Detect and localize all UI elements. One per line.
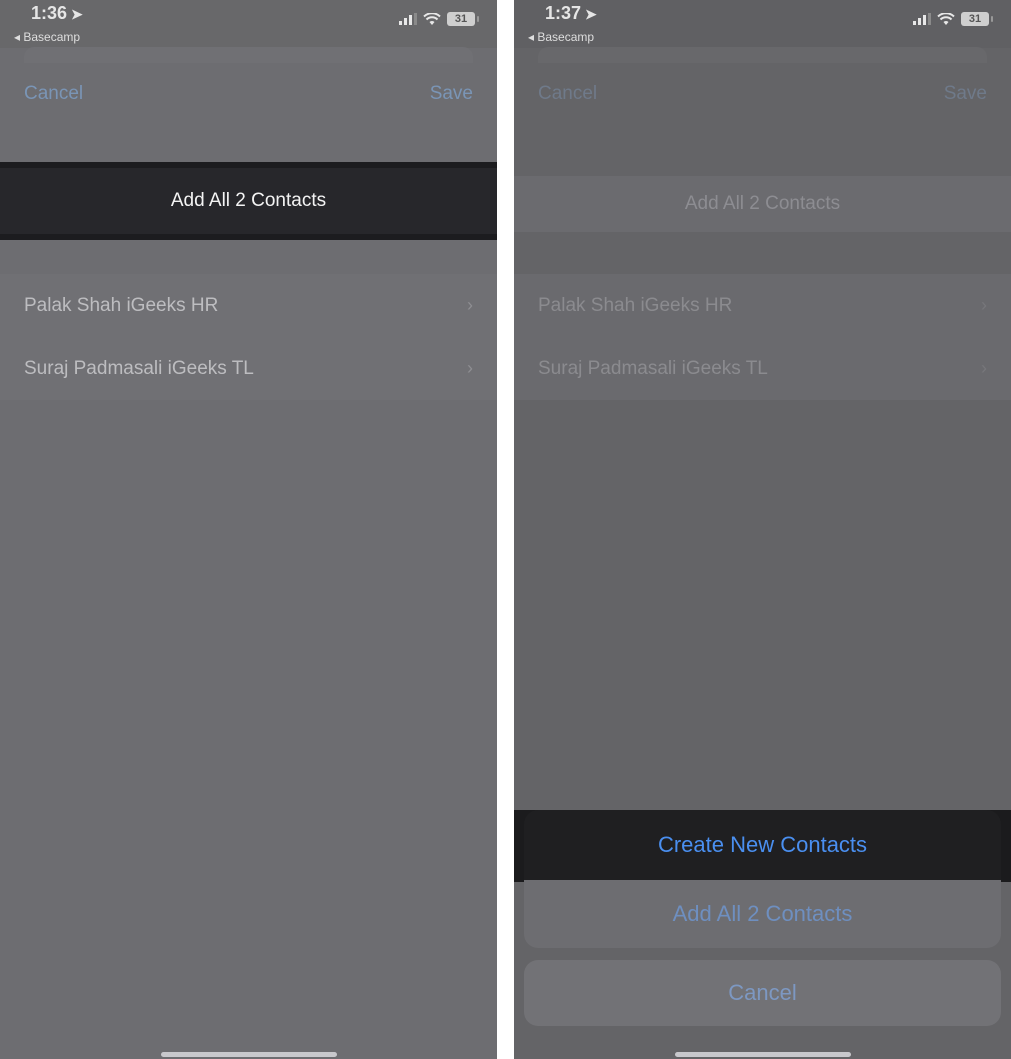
- location-arrow-icon: ➤: [585, 6, 597, 22]
- back-app-label: Basecamp: [23, 30, 81, 44]
- status-bar: 1:37 ➤ ◂ Basecamp 31: [514, 0, 1011, 48]
- add-all-contacts-button[interactable]: Add All 2 Contacts: [514, 176, 1011, 232]
- chevron-right-icon: ›: [467, 358, 473, 378]
- back-app-label: Basecamp: [537, 30, 595, 44]
- contact-row[interactable]: Suraj Padmasali iGeeks TL ›: [514, 337, 1011, 400]
- save-button[interactable]: Save: [430, 83, 473, 105]
- contact-row[interactable]: Palak Shah iGeeks HR ›: [0, 274, 497, 337]
- battery-icon: 31: [447, 12, 479, 26]
- action-cancel-button[interactable]: Cancel: [524, 960, 1001, 1026]
- back-to-app-link[interactable]: ◂ Basecamp: [528, 30, 594, 44]
- chevron-right-icon: ›: [981, 295, 987, 315]
- cellular-signal-icon: [399, 13, 417, 25]
- wifi-icon: [423, 12, 441, 25]
- wifi-icon: [937, 12, 955, 25]
- status-bar: 1:36 ➤ ◂ Basecamp 31: [0, 0, 497, 48]
- screen-before: 1:36 ➤ ◂ Basecamp 31 Cancel Save Add All …: [0, 0, 497, 1059]
- contact-row[interactable]: Palak Shah iGeeks HR ›: [514, 274, 1011, 337]
- action-add-all-contacts-button[interactable]: Add All 2 Contacts: [524, 880, 1001, 948]
- cancel-button[interactable]: Cancel: [24, 83, 83, 105]
- status-time: 1:36: [31, 3, 68, 23]
- screen-after: 1:37 ➤ ◂ Basecamp 31 Cancel Save Add All …: [514, 0, 1011, 1059]
- battery-icon: 31: [961, 12, 993, 26]
- chevron-right-icon: ›: [467, 295, 473, 315]
- contact-row[interactable]: Suraj Padmasali iGeeks TL ›: [0, 337, 497, 400]
- cancel-button[interactable]: Cancel: [538, 83, 597, 105]
- cellular-signal-icon: [913, 13, 931, 25]
- contact-list: Palak Shah iGeeks HR › Suraj Padmasali iG…: [514, 274, 1011, 400]
- home-indicator[interactable]: [160, 1052, 337, 1057]
- add-all-contacts-button[interactable]: Add All 2 Contacts: [0, 162, 497, 240]
- home-indicator[interactable]: [674, 1052, 851, 1057]
- modal-sheet: Cancel Save Add All 2 Contacts Palak Sha…: [0, 47, 497, 1059]
- back-to-app-link[interactable]: ◂ Basecamp: [14, 30, 80, 44]
- contact-list: Palak Shah iGeeks HR › Suraj Padmasali iG…: [0, 274, 497, 400]
- location-arrow-icon: ➤: [71, 6, 83, 22]
- create-new-contacts-button[interactable]: Create New Contacts: [524, 810, 1001, 880]
- save-button[interactable]: Save: [944, 83, 987, 105]
- chevron-right-icon: ›: [981, 358, 987, 378]
- action-sheet: Create New Contacts Add All 2 Contacts C…: [514, 810, 1011, 1059]
- status-time: 1:37: [545, 3, 582, 23]
